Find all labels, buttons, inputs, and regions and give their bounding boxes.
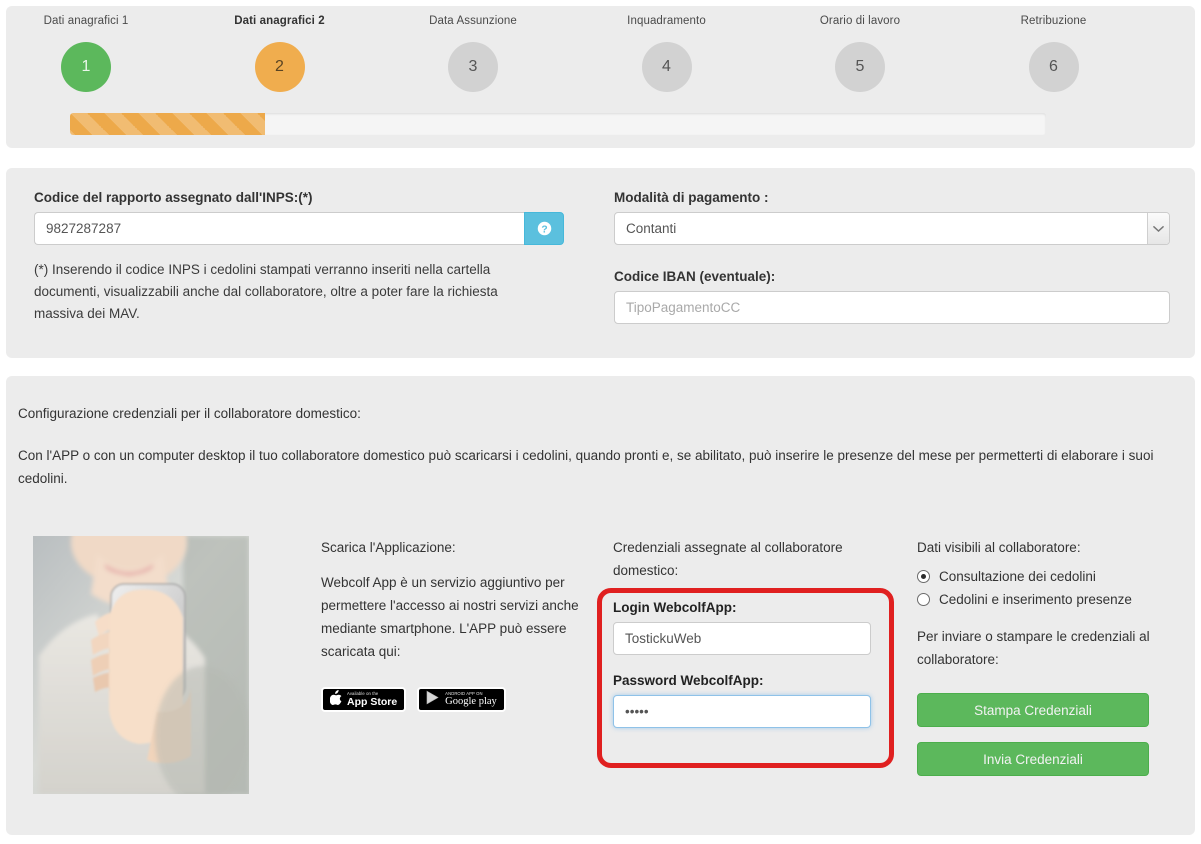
print-credentials-button[interactable]: Stampa Credenziali — [917, 693, 1149, 727]
app-store-badge[interactable]: Available on the App Store — [321, 687, 407, 712]
inps-code-label: Codice del rapporto assegnato dall'INPS:… — [34, 190, 313, 205]
data-visibility-column: Dati visibili al collaboratore: Consulta… — [917, 536, 1182, 776]
iban-label: Codice IBAN (eventuale): — [614, 269, 776, 284]
google-play-text: ANDROID APP ON Google play — [445, 691, 497, 708]
svg-text:?: ? — [541, 224, 547, 235]
visibility-option-1[interactable]: Cedolini e inserimento presenze — [917, 592, 1182, 607]
visibility-option-label: Consultazione dei cedolini — [939, 569, 1096, 584]
data-visibility-heading: Dati visibili al collaboratore: — [917, 540, 1081, 555]
wizard-step-label: Dati anagrafici 1 — [43, 15, 129, 27]
inps-code-input-group: ? — [34, 212, 564, 245]
credentials-panel: Configurazione credenziali per il collab… — [6, 376, 1195, 835]
wizard-step-circle: 3 — [448, 42, 498, 92]
download-app-body: Webcolf App è un servizio aggiuntivo per… — [321, 575, 579, 659]
wizard-step-label: Orario di lavoro — [819, 15, 901, 27]
credentials-intro-body: Con l'APP o con un computer desktop il t… — [18, 448, 1154, 486]
login-input[interactable] — [613, 622, 871, 655]
apple-logo-icon — [329, 689, 342, 710]
data-visibility-radio-group[interactable]: Consultazione dei cedolini Cedolini e ins… — [917, 569, 1182, 607]
wizard-step-label: Retribuzione — [1020, 15, 1087, 27]
password-input[interactable] — [613, 695, 871, 728]
download-app-heading: Scarica l'Applicazione: — [321, 540, 456, 555]
google-play-big-label: Google play — [445, 695, 497, 707]
wizard-step-6[interactable]: Retribuzione 6 — [974, 14, 1134, 92]
app-store-big-label: App Store — [347, 695, 398, 708]
payment-method-label: Modalità di pagamento : — [614, 190, 769, 205]
inps-hint-text: (*) Inserendo il codice INPS i cedolini … — [34, 262, 498, 321]
wizard-step-3[interactable]: Data Assunzione 3 — [393, 14, 553, 92]
inps-code-input[interactable] — [34, 212, 524, 245]
wizard-step-1[interactable]: Dati anagrafici 1 1 — [6, 14, 166, 92]
wizard-panel: Dati anagrafici 1 1 Dati anagrafici 2 2 Data… — [6, 6, 1195, 148]
wizard-step-4[interactable]: Inquadramento 4 — [587, 14, 747, 92]
visibility-option-0[interactable]: Consultazione dei cedolini — [917, 569, 1182, 584]
question-mark-icon: ? — [537, 221, 552, 236]
woman-with-smartphone-photo — [33, 536, 249, 794]
wizard-step-circle: 1 — [61, 42, 111, 92]
wizard-step-label: Data Assunzione — [429, 15, 517, 27]
radio-icon[interactable] — [917, 570, 930, 583]
radio-icon[interactable] — [917, 593, 930, 606]
assigned-credentials-column: Credenziali assegnate al collaboratore d… — [613, 536, 903, 728]
download-app-column: Scarica l'Applicazione: Webcolf App è un… — [321, 536, 586, 712]
google-play-triangle-icon — [426, 690, 440, 710]
payment-form-panel: Codice del rapporto assegnato dall'INPS:… — [6, 168, 1195, 358]
wizard-steps: Dati anagrafici 1 1 Dati anagrafici 2 2 Data… — [6, 6, 1195, 116]
wizard-step-label: Dati anagrafici 2 — [234, 15, 325, 27]
wizard-step-circle: 5 — [835, 42, 885, 92]
login-label: Login WebcolfApp: — [613, 600, 737, 615]
wizard-step-circle: 2 — [254, 42, 305, 92]
iban-input[interactable] — [614, 291, 1170, 324]
store-badges: Available on the App Store ANDROID APP O… — [321, 687, 586, 712]
wizard-step-label: Inquadramento — [627, 15, 706, 27]
wizard-progress-bar — [70, 113, 1046, 135]
credentials-intro-title: Configurazione credenziali per il collab… — [18, 406, 361, 421]
wizard-progress-fill — [70, 113, 266, 135]
wizard-step-2[interactable]: Dati anagrafici 2 2 — [200, 14, 360, 92]
payment-method-select-wrap: Contanti — [614, 212, 1170, 245]
help-button[interactable]: ? — [524, 212, 564, 245]
send-credentials-heading: Per inviare o stampare le credenziali al… — [917, 629, 1150, 667]
app-store-text: Available on the App Store — [347, 691, 398, 708]
visibility-option-label: Cedolini e inserimento presenze — [939, 592, 1132, 607]
wizard-step-5[interactable]: Orario di lavoro 5 — [780, 14, 940, 92]
wizard-step-circle: 4 — [641, 42, 692, 92]
payment-method-select[interactable]: Contanti — [614, 212, 1170, 245]
send-credentials-button[interactable]: Invia Credenziali — [917, 742, 1149, 776]
google-play-badge[interactable]: ANDROID APP ON Google play — [417, 687, 506, 712]
password-label: Password WebcolfApp: — [613, 673, 764, 688]
assigned-credentials-heading: Credenziali assegnate al collaboratore d… — [613, 540, 843, 578]
wizard-step-circle: 6 — [1028, 42, 1079, 92]
